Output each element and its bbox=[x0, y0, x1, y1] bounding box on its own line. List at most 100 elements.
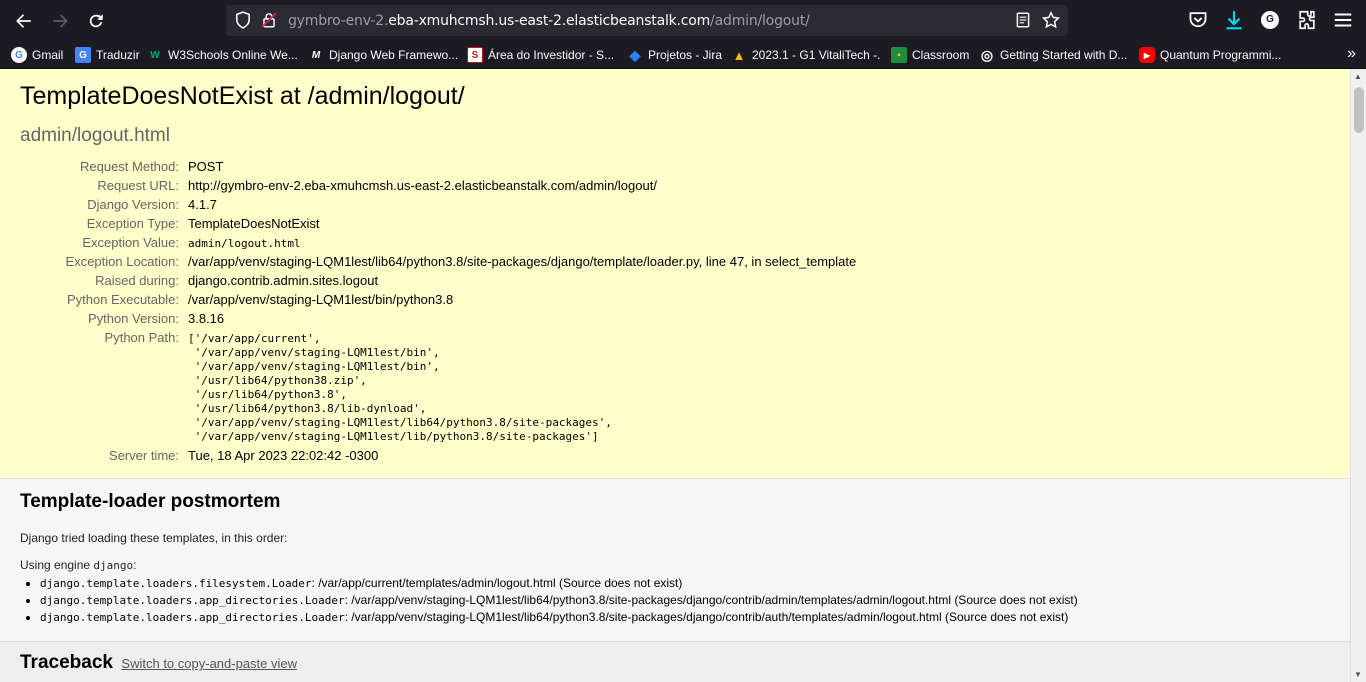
menu-icon[interactable] bbox=[1332, 9, 1354, 31]
forward-button[interactable] bbox=[47, 8, 73, 34]
request-meta-table: Request Method: POST Request URL: http://gy… bbox=[20, 157, 857, 465]
browser-toolbar: gymbro-env-2.eba-xmuhcmsh.us-east-2.elas… bbox=[0, 0, 1366, 41]
meta-label: Exception Value: bbox=[82, 235, 179, 250]
globe-icon: ◎ bbox=[980, 46, 994, 63]
loader-name: django.template.loaders.app_directories.… bbox=[40, 611, 345, 624]
scroll-thumb[interactable] bbox=[1354, 87, 1364, 133]
classroom-icon: ▪ bbox=[891, 47, 907, 63]
switch-copy-paste-link[interactable]: Switch to copy-and-paste view bbox=[121, 656, 297, 671]
list-item: django.template.loaders.app_directories.… bbox=[40, 592, 1330, 609]
meta-value: 3.8.16 bbox=[188, 311, 225, 326]
engine-line: Using engine django: bbox=[20, 558, 1330, 572]
meta-value: django.contrib.admin.sites.logout bbox=[188, 273, 379, 288]
meta-label: Server time: bbox=[108, 448, 179, 463]
loader-name: django.template.loaders.app_directories.… bbox=[40, 594, 345, 607]
bookmark-item[interactable]: W W3Schools Online We... bbox=[147, 46, 297, 64]
meta-label: Python Executable: bbox=[66, 292, 179, 307]
arrow-right-icon bbox=[53, 14, 68, 28]
error-summary: TemplateDoesNotExist at /admin/logout/ a… bbox=[0, 69, 1350, 479]
meta-value: /var/app/venv/staging-LQM1lest/bin/pytho… bbox=[188, 292, 454, 307]
meta-value-cell: ['/var/app/current', '/var/app/venv/stag… bbox=[188, 328, 856, 446]
python-path-value: ['/var/app/current', '/var/app/venv/stag… bbox=[188, 332, 612, 443]
meta-label: Request URL: bbox=[97, 178, 179, 193]
meta-label: Raised during: bbox=[95, 273, 179, 288]
loader-detail: : /var/app/venv/staging-LQM1lest/lib64/p… bbox=[344, 593, 1078, 607]
meta-label: Request Method: bbox=[79, 159, 179, 174]
bookmark-item[interactable]: ◎ Getting Started with D... bbox=[979, 46, 1129, 64]
bookmark-label: Quantum Programmi... bbox=[1160, 48, 1282, 62]
jira-icon: ◆ bbox=[629, 46, 641, 63]
bookmark-label: Django Web Framewo... bbox=[329, 48, 458, 62]
template-postmortem: Template-loader postmortem Django tried … bbox=[0, 479, 1350, 642]
list-item: django.template.loaders.filesystem.Loade… bbox=[40, 575, 1330, 592]
meta-label: Exception Type: bbox=[86, 216, 179, 231]
bookmark-label: W3Schools Online We... bbox=[168, 48, 297, 62]
exception-value-heading: admin/logout.html bbox=[20, 125, 170, 146]
meta-label: Django Version: bbox=[87, 197, 179, 212]
reader-view-icon[interactable] bbox=[1014, 11, 1032, 29]
engine-suffix: : bbox=[133, 558, 137, 572]
bookmark-label: Getting Started with D... bbox=[1000, 48, 1128, 62]
back-button[interactable] bbox=[11, 8, 37, 34]
url-prefix: gymbro-env-2. bbox=[288, 13, 389, 29]
meta-row: Exception Type: TemplateDoesNotExist bbox=[20, 214, 856, 233]
meta-label: Python Path: bbox=[104, 330, 179, 345]
download-icon[interactable] bbox=[1223, 9, 1245, 31]
meta-row: Request Method: POST bbox=[20, 157, 856, 176]
bookmark-item[interactable]: S Área do Investidor - S... bbox=[467, 46, 617, 64]
mdn-icon: M bbox=[311, 49, 321, 61]
w3schools-icon: W bbox=[150, 49, 160, 61]
meta-value: /var/app/venv/staging-LQM1lest/lib64/pyt… bbox=[188, 254, 857, 269]
shield-icon[interactable] bbox=[234, 11, 252, 29]
meta-row: Exception Location: /var/app/venv/staging… bbox=[20, 252, 857, 271]
traceback-section: Traceback Switch to copy-and-paste view bbox=[0, 642, 1350, 682]
account-avatar[interactable]: G bbox=[1261, 11, 1279, 29]
drive-icon: ▲ bbox=[732, 47, 746, 63]
google-icon: G bbox=[11, 47, 27, 63]
bookmark-label: 2023.1 - G1 VitaliTech -... bbox=[752, 48, 881, 62]
pocket-icon[interactable] bbox=[1187, 9, 1209, 31]
meta-row: Python Executable: /var/app/venv/staging-… bbox=[20, 290, 856, 309]
bookmark-item[interactable]: M Django Web Framewo... bbox=[308, 46, 458, 64]
meta-row: Server time: Tue, 18 Apr 2023 22:02:42 -0… bbox=[20, 446, 856, 465]
engine-name: django bbox=[93, 559, 134, 572]
bookmark-item[interactable]: ▲ 2023.1 - G1 VitaliTech -... bbox=[731, 46, 881, 64]
insecure-lock-icon[interactable] bbox=[260, 11, 278, 29]
bookmark-item[interactable]: G Traduzir bbox=[75, 46, 140, 64]
bookmark-item[interactable]: G Gmail bbox=[11, 46, 63, 64]
scroll-up-arrow-icon[interactable]: ▲ bbox=[1354, 72, 1362, 81]
meta-value: 4.1.7 bbox=[188, 197, 217, 212]
bookmark-label: Traduzir bbox=[96, 48, 140, 62]
loader-name: django.template.loaders.filesystem.Loade… bbox=[40, 577, 312, 590]
engine-prefix: Using engine bbox=[20, 558, 94, 572]
loader-detail: : /var/app/current/templates/admin/logou… bbox=[311, 576, 683, 590]
loader-detail: : /var/app/venv/staging-LQM1lest/lib64/p… bbox=[344, 610, 1069, 624]
url-host: eba-xmuhcmsh.us-east-2.elasticbeanstalk.… bbox=[388, 13, 711, 29]
meta-label: Exception Location: bbox=[65, 254, 179, 269]
meta-value: Tue, 18 Apr 2023 22:02:42 -0300 bbox=[188, 448, 379, 463]
bookmark-star-icon[interactable] bbox=[1042, 11, 1060, 29]
meta-row: Python Version: 3.8.16 bbox=[20, 309, 856, 328]
meta-row: Raised during: django.contrib.admin.sites… bbox=[20, 271, 856, 290]
bookmark-item[interactable]: ◆ Projetos - Jira bbox=[627, 46, 722, 64]
section-title: Traceback bbox=[20, 652, 113, 673]
bookmark-item[interactable]: ▶ Quantum Programmi... bbox=[1139, 46, 1287, 64]
address-bar[interactable]: gymbro-env-2.eba-xmuhcmsh.us-east-2.elas… bbox=[226, 5, 1068, 36]
vertical-scrollbar[interactable]: ▲ ▼ bbox=[1350, 69, 1366, 682]
meta-value: TemplateDoesNotExist bbox=[188, 216, 320, 231]
bookmark-label: Classroom bbox=[912, 48, 970, 62]
meta-value-cell: admin/logout.html bbox=[188, 233, 856, 252]
url-text[interactable]: gymbro-env-2.eba-xmuhcmsh.us-east-2.elas… bbox=[288, 13, 810, 29]
meta-value: POST bbox=[188, 159, 224, 174]
list-item: django.template.loaders.app_directories.… bbox=[40, 609, 1330, 626]
youtube-icon: ▶ bbox=[1139, 47, 1155, 63]
scroll-down-arrow-icon[interactable]: ▼ bbox=[1354, 670, 1362, 679]
bookmark-item[interactable]: ▪ Classroom bbox=[891, 46, 969, 64]
reload-button[interactable] bbox=[83, 8, 109, 34]
investor-icon: S bbox=[467, 47, 483, 63]
meta-row: Python Path: ['/var/app/current', '/var/a… bbox=[20, 328, 856, 446]
chevron-double-right-icon[interactable]: » bbox=[1347, 45, 1356, 63]
postmortem-intro: Django tried loading these templates, in… bbox=[20, 531, 288, 545]
extensions-icon[interactable] bbox=[1296, 9, 1318, 31]
section-title: Template-loader postmortem bbox=[20, 491, 281, 512]
